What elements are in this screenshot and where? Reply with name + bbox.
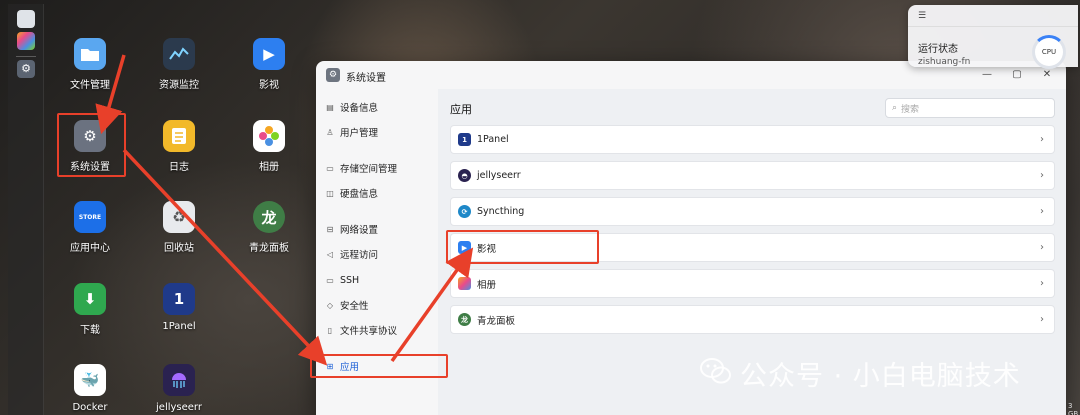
status-widget[interactable]: ☰ 运行状态 zishuang-fn CPU: [908, 5, 1078, 69]
widget-title: 运行状态: [918, 44, 958, 55]
cpu-label: CPU: [1041, 48, 1057, 56]
arrow-to-video-row: [390, 247, 474, 363]
wechat-icon: [700, 358, 731, 384]
arrow-to-apps-sidebar: [122, 148, 328, 366]
widget-header: ☰: [908, 5, 1078, 27]
arrow-to-settings: [95, 54, 126, 135]
watermark-text: 公众号 · 小白电脑技术: [740, 361, 1021, 392]
widget-hostname: zishuang-fn: [918, 57, 971, 67]
cpu-gauge: CPU: [1032, 35, 1066, 69]
corner-storage-text: 3 GB: [1068, 402, 1079, 415]
filter-icon[interactable]: ☰: [918, 11, 926, 21]
